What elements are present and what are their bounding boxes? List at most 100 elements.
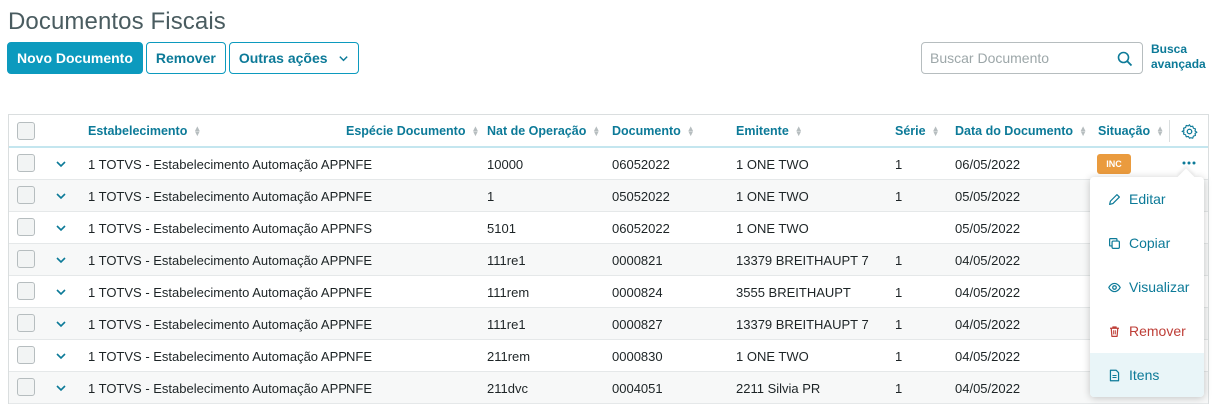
cell-especie: NFE	[346, 317, 372, 332]
menu-item-label: Editar	[1129, 191, 1166, 207]
more-actions-button[interactable]: Outras ações	[228, 42, 359, 74]
menu-item-label: Copiar	[1129, 235, 1171, 251]
cell-data: 04/05/2022	[955, 285, 1021, 300]
chevron-down-icon[interactable]	[55, 190, 67, 202]
cell-nat-operacao: 10000	[487, 157, 524, 172]
sort-icon: ▲ ▼	[794, 124, 803, 138]
chevron-down-icon	[338, 55, 348, 61]
cell-documento: 0004051	[612, 381, 663, 396]
advanced-search-link[interactable]: Busca avançada	[1151, 42, 1211, 72]
advanced-search-line2: avançada	[1151, 57, 1206, 71]
table-row[interactable]: 1 TOTVS - Estabelecimento Automação APP N…	[9, 180, 1208, 212]
select-all-checkbox[interactable]	[17, 122, 35, 140]
sort-icon: ▲ ▼	[193, 124, 202, 138]
cell-emitente: 1 ONE TWO	[736, 221, 809, 236]
menu-item-remover[interactable]: Remover	[1090, 309, 1204, 353]
search-icon[interactable]	[1117, 51, 1133, 67]
table-row[interactable]: 1 TOTVS - Estabelecimento Automação APP N…	[9, 372, 1208, 404]
documents-table: Estabelecimento ▲ ▼ Espécie Documento ▲ ▼ Na…	[8, 114, 1209, 404]
table-row[interactable]: 1 TOTVS - Estabelecimento Automação APP N…	[9, 212, 1208, 244]
cell-estabelecimento: 1 TOTVS - Estabelecimento Automação APP	[88, 253, 347, 268]
cell-emitente: 13379 BREITHAUPT 7	[736, 317, 869, 332]
chevron-down-icon[interactable]	[55, 286, 67, 298]
sort-icon: ▲ ▼	[1079, 124, 1087, 138]
row-checkbox[interactable]	[17, 154, 35, 172]
cell-nat-operacao: 1	[487, 189, 495, 204]
cell-documento: 0000824	[612, 285, 663, 300]
menu-item-copiar[interactable]: Copiar	[1090, 221, 1204, 265]
pencil-icon	[1109, 193, 1120, 205]
chevron-down-icon[interactable]	[55, 382, 67, 394]
more-actions-icon[interactable]	[1180, 154, 1198, 172]
cell-estabelecimento: 1 TOTVS - Estabelecimento Automação APP	[88, 381, 347, 396]
row-checkbox[interactable]	[17, 282, 35, 300]
row-checkbox[interactable]	[17, 346, 35, 364]
chevron-down-icon[interactable]	[55, 350, 67, 362]
copy-icon	[1109, 237, 1120, 249]
sort-icon: ▲ ▼	[592, 124, 601, 138]
cell-serie: 1	[895, 349, 903, 364]
column-header-nat-operacao[interactable]: Nat de Operação ▲ ▼	[487, 124, 600, 138]
table-row[interactable]: 1 TOTVS - Estabelecimento Automação APP N…	[9, 148, 1208, 180]
row-checkbox[interactable]	[17, 218, 35, 236]
table-row[interactable]: 1 TOTVS - Estabelecimento Automação APP N…	[9, 244, 1208, 276]
document-icon	[1109, 369, 1120, 381]
column-header-estabelecimento[interactable]: Estabelecimento ▲ ▼	[88, 124, 201, 138]
menu-item-label: Visualizar	[1129, 279, 1190, 295]
cell-documento: 05052022	[612, 189, 670, 204]
chevron-down-icon[interactable]	[55, 254, 67, 266]
cell-estabelecimento: 1 TOTVS - Estabelecimento Automação APP	[88, 317, 347, 332]
eye-icon	[1108, 282, 1121, 292]
column-header-data[interactable]: Data do Documento ▲ ▼	[955, 124, 1087, 138]
column-header-emitente[interactable]: Emitente ▲ ▼	[736, 124, 803, 138]
cell-nat-operacao: 5101	[487, 221, 516, 236]
row-checkbox[interactable]	[17, 250, 35, 268]
cell-especie: NFS	[346, 221, 372, 236]
column-header-serie[interactable]: Série ▲ ▼	[895, 124, 940, 138]
cell-documento: 06052022	[612, 157, 670, 172]
cell-nat-operacao: 111re1	[487, 317, 526, 332]
menu-item-visualizar[interactable]: Visualizar	[1090, 265, 1204, 309]
menu-item-itens[interactable]: Itens	[1090, 353, 1204, 397]
cell-documento: 06052022	[612, 221, 670, 236]
cell-especie: NFE	[346, 189, 372, 204]
search-input[interactable]	[922, 50, 1112, 66]
chevron-down-icon[interactable]	[55, 318, 67, 330]
column-header-situacao[interactable]: Situação ▲ ▼	[1098, 124, 1164, 138]
cell-data: 06/05/2022	[955, 157, 1021, 172]
cell-serie: 1	[895, 157, 903, 172]
cell-data: 05/05/2022	[955, 221, 1021, 236]
new-document-button[interactable]: Novo Documento	[7, 42, 143, 74]
cell-serie: 1	[895, 189, 903, 204]
table-header: Estabelecimento ▲ ▼ Espécie Documento ▲ ▼ Na…	[9, 115, 1208, 148]
cell-nat-operacao: 111rem	[487, 285, 530, 300]
cell-emitente: 2211 Silvia PR	[736, 381, 821, 396]
menu-item-label: Remover	[1129, 323, 1186, 339]
table-row[interactable]: 1 TOTVS - Estabelecimento Automação APP N…	[9, 340, 1208, 372]
row-checkbox[interactable]	[17, 186, 35, 204]
row-checkbox[interactable]	[17, 314, 35, 332]
cell-nat-operacao: 111re1	[487, 253, 526, 268]
cell-data: 05/05/2022	[955, 189, 1021, 204]
cell-serie: 1	[895, 317, 903, 332]
cell-especie: NFE	[346, 381, 372, 396]
row-actions-menu: Editar Copiar Visualizar Remover Itens	[1090, 177, 1204, 397]
search-box	[921, 42, 1143, 74]
table-row[interactable]: 1 TOTVS - Estabelecimento Automação APP N…	[9, 276, 1208, 308]
column-header-documento[interactable]: Documento ▲ ▼	[612, 124, 695, 138]
table-row[interactable]: 1 TOTVS - Estabelecimento Automação APP N…	[9, 308, 1208, 340]
menu-item-editar[interactable]: Editar	[1090, 177, 1204, 221]
gear-icon[interactable]	[1181, 123, 1198, 140]
cell-estabelecimento: 1 TOTVS - Estabelecimento Automação APP	[88, 157, 347, 172]
remove-button[interactable]: Remover	[145, 42, 226, 74]
column-header-especie[interactable]: Espécie Documento ▲ ▼	[346, 124, 479, 138]
row-checkbox[interactable]	[17, 378, 35, 396]
cell-data: 04/05/2022	[955, 253, 1021, 268]
chevron-down-icon[interactable]	[55, 158, 67, 170]
cell-serie: 1	[895, 253, 903, 268]
trash-icon	[1110, 325, 1119, 337]
advanced-search-line1: Busca	[1151, 42, 1188, 56]
chevron-down-icon[interactable]	[55, 222, 67, 234]
cell-estabelecimento: 1 TOTVS - Estabelecimento Automação APP	[88, 285, 347, 300]
cell-data: 04/05/2022	[955, 381, 1021, 396]
